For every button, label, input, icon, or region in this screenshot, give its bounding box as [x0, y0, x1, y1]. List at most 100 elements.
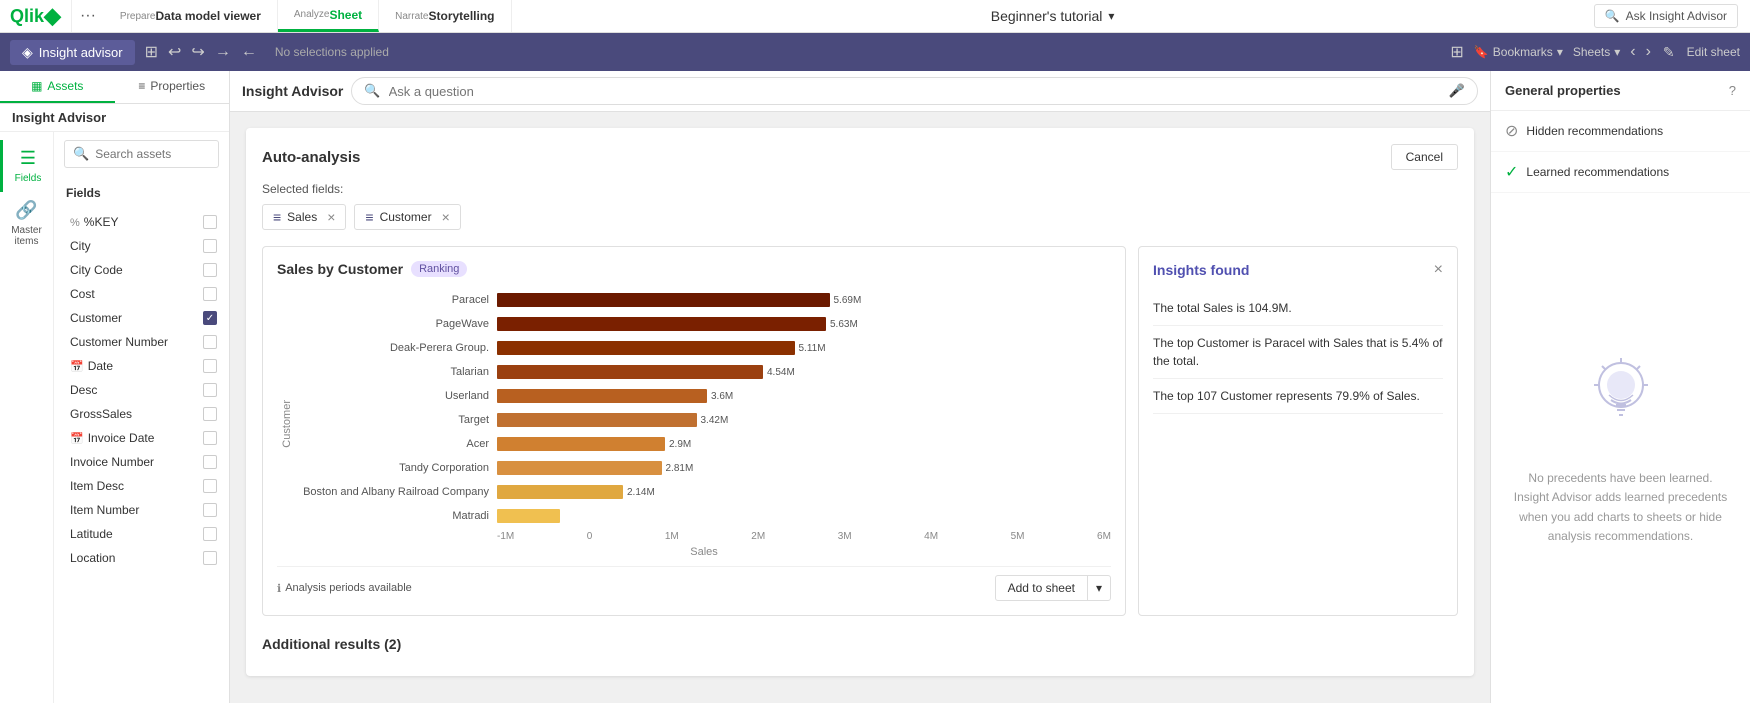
redo-icon[interactable]: ↪ — [189, 40, 206, 64]
field-checkbox[interactable] — [203, 527, 217, 541]
chip-customer-label: Customer — [380, 210, 432, 224]
info-icon: ℹ — [277, 582, 281, 595]
field-item-invoice-date[interactable]: 📅Invoice Date — [54, 426, 229, 450]
fields-label: Fields — [66, 180, 217, 206]
field-checkbox[interactable]: ✓ — [203, 311, 217, 325]
ia-question-input[interactable] — [389, 84, 1441, 99]
nav-master-items[interactable]: 🔗 Master items — [0, 192, 53, 255]
selection-icon[interactable]: ⊞ — [143, 40, 160, 64]
field-checkbox[interactable] — [203, 479, 217, 493]
cancel-button[interactable]: Cancel — [1391, 144, 1458, 170]
insights-close-icon[interactable]: × — [1434, 261, 1443, 279]
field-checkbox[interactable] — [203, 503, 217, 517]
undo-icon[interactable]: ↩ — [166, 40, 183, 64]
chip-sales: ≡ Sales × — [262, 204, 346, 230]
nav-narrate-name: Storytelling — [429, 9, 495, 23]
panel-tabs: ▦ Assets ≡ Properties — [0, 71, 229, 104]
field-item-city-code[interactable]: City Code — [54, 258, 229, 282]
help-icon[interactable]: ? — [1729, 83, 1736, 98]
hidden-recommendations-item[interactable]: ⊘ Hidden recommendations — [1491, 111, 1750, 152]
bar — [497, 341, 795, 355]
app-title[interactable]: Beginner's tutorial ▾ — [991, 8, 1115, 24]
field-item-customer-number[interactable]: Customer Number — [54, 330, 229, 354]
field-item-invoice-number[interactable]: Invoice Number — [54, 450, 229, 474]
prev-sheet-icon[interactable]: ‹ — [1630, 43, 1635, 61]
field-item-desc[interactable]: Desc — [54, 378, 229, 402]
bar-labels: ParacelPageWaveDeak-Perera Group.Talaria… — [297, 289, 497, 529]
toolbar: ◈ Insight advisor ⊞ ↩ ↪ → ← No selection… — [0, 33, 1750, 71]
nav-analyze[interactable]: Analyze Sheet — [278, 0, 379, 32]
field-checkbox[interactable] — [203, 215, 217, 229]
x-axis: -1M01M2M3M4M5M6M — [497, 531, 1111, 542]
chip-customer-remove[interactable]: × — [442, 209, 450, 225]
chip-sales-icon: ≡ — [273, 209, 281, 225]
nav-fields[interactable]: ☰ Fields — [0, 140, 53, 192]
field-checkbox[interactable] — [203, 335, 217, 349]
field-item-%key[interactable]: %%KEY — [54, 210, 229, 234]
search-assets-input[interactable] — [95, 147, 210, 161]
bar-label: Paracel — [297, 289, 489, 311]
field-item-customer[interactable]: Customer✓ — [54, 306, 229, 330]
nav-analyze-name: Sheet — [329, 8, 362, 22]
sheets-button[interactable]: Sheets ▾ — [1573, 45, 1620, 59]
bar-chart: Customer ParacelPageWaveDeak-Perera Grou… — [277, 289, 1111, 558]
app-title-text: Beginner's tutorial — [991, 8, 1103, 24]
tab-properties-label: Properties — [150, 79, 205, 93]
nav-prepare[interactable]: Prepare Data model viewer — [104, 0, 278, 32]
field-item-cost[interactable]: Cost — [54, 282, 229, 306]
qlik-logo-dot: ◆ — [44, 3, 61, 29]
tab-properties[interactable]: ≡ Properties — [115, 71, 230, 103]
bookmarks-label: Bookmarks — [1493, 45, 1553, 59]
x-axis-tick: 1M — [665, 531, 679, 542]
field-checkbox[interactable] — [203, 431, 217, 445]
fields-nav-icon: ☰ — [20, 148, 36, 169]
insight-item: The top Customer is Paracel with Sales t… — [1153, 326, 1443, 379]
learned-recommendations-item[interactable]: ✓ Learned recommendations — [1491, 152, 1750, 193]
bookmarks-button[interactable]: 🔖 Bookmarks ▾ — [1474, 45, 1563, 59]
field-checkbox[interactable] — [203, 239, 217, 253]
nav-narrate[interactable]: Narrate Storytelling — [379, 0, 511, 32]
grid-icon[interactable]: ⊞ — [1450, 42, 1463, 62]
add-to-sheet-arrow[interactable]: ▾ — [1088, 576, 1110, 600]
qlik-logo: Qlik — [10, 6, 44, 27]
field-item-latitude[interactable]: Latitude — [54, 522, 229, 546]
field-item-item-desc[interactable]: Item Desc — [54, 474, 229, 498]
insight-item: The top 107 Customer represents 79.9% of… — [1153, 379, 1443, 414]
insight-advisor-panel-header: Insight Advisor — [0, 104, 229, 132]
properties-icon: ≡ — [138, 79, 145, 93]
insight-advisor-button[interactable]: ◈ Insight advisor — [10, 40, 135, 65]
field-item-date[interactable]: 📅Date — [54, 354, 229, 378]
field-name: Item Number — [70, 503, 139, 517]
field-name: Cost — [70, 287, 95, 301]
back-icon[interactable]: ← — [239, 41, 259, 63]
ask-advisor-button[interactable]: 🔍 Ask Insight Advisor — [1594, 4, 1738, 28]
field-checkbox[interactable] — [203, 287, 217, 301]
field-item-grosssales[interactable]: GrossSales — [54, 402, 229, 426]
field-checkbox[interactable] — [203, 455, 217, 469]
more-options-icon[interactable]: ··· — [72, 7, 104, 25]
field-checkbox[interactable] — [203, 551, 217, 565]
field-checkbox[interactable] — [203, 263, 217, 277]
field-item-item-number[interactable]: Item Number — [54, 498, 229, 522]
field-checkbox[interactable] — [203, 359, 217, 373]
add-to-sheet-button[interactable]: Add to sheet ▾ — [995, 575, 1111, 601]
field-item-city[interactable]: City — [54, 234, 229, 258]
field-checkbox[interactable] — [203, 383, 217, 397]
fields-list: %%KEYCityCity Code Cost Customer✓Customer … — [54, 210, 229, 703]
field-checkbox[interactable] — [203, 407, 217, 421]
edit-sheet-label[interactable]: Edit sheet — [1687, 45, 1740, 59]
toolbar-right: ⊞ 🔖 Bookmarks ▾ Sheets ▾ ‹ › ✎ Edit shee… — [1450, 42, 1740, 63]
add-to-sheet-label[interactable]: Add to sheet — [996, 576, 1088, 600]
field-item-location[interactable]: Location — [54, 546, 229, 570]
tab-assets[interactable]: ▦ Assets — [0, 71, 115, 103]
next-sheet-icon[interactable]: › — [1646, 43, 1651, 61]
nav-prepare-name: Data model viewer — [156, 9, 261, 23]
calendar-icon: 📅 — [70, 433, 84, 445]
ranking-badge: Ranking — [411, 261, 467, 277]
field-name: Desc — [70, 383, 97, 397]
sheets-label: Sheets — [1573, 45, 1610, 59]
edit-icon[interactable]: ✎ — [1661, 42, 1677, 63]
chip-sales-remove[interactable]: × — [327, 209, 335, 225]
microphone-icon[interactable]: 🎤 — [1449, 83, 1465, 99]
forward-icon[interactable]: → — [213, 41, 233, 63]
